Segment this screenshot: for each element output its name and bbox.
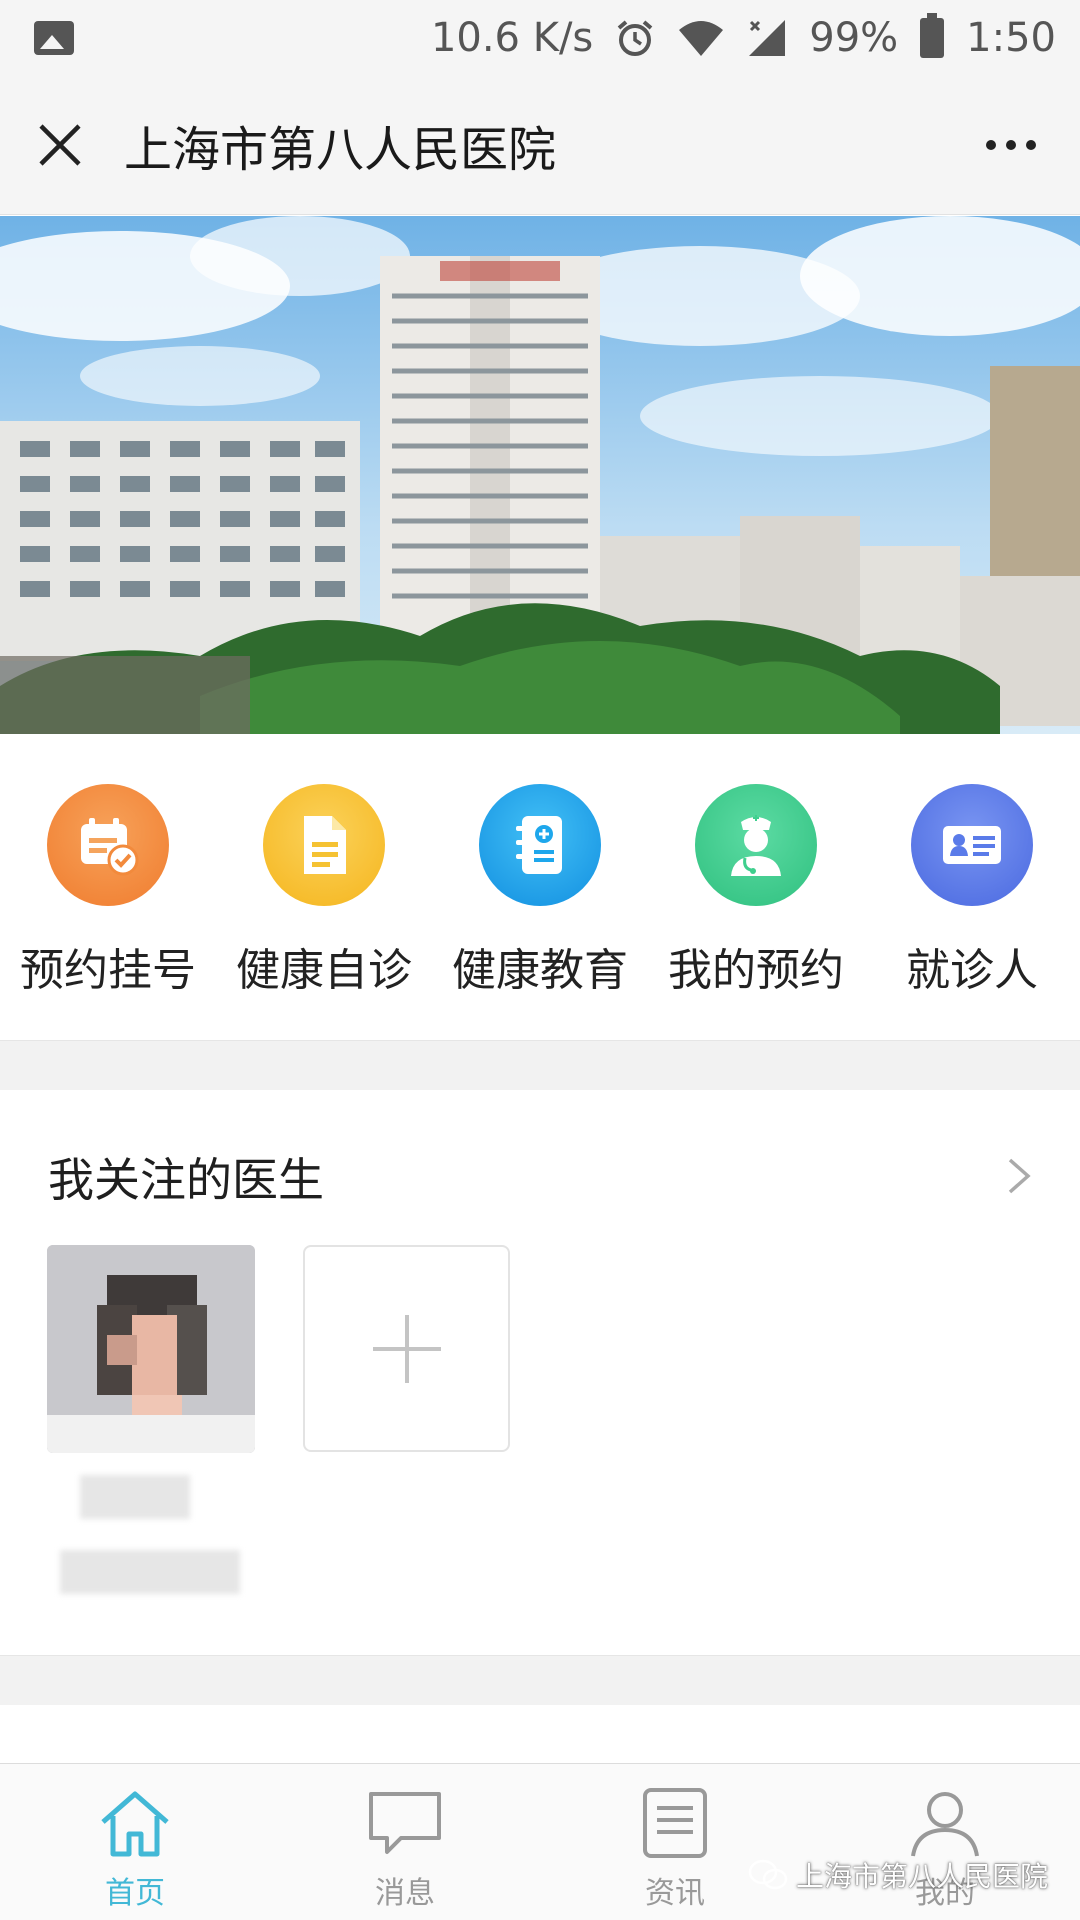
quick-action-label: 预约挂号 <box>20 945 196 996</box>
more-dot-icon <box>1026 139 1036 150</box>
doctor-name-redacted <box>80 1475 190 1519</box>
quick-action-label: 我的预约 <box>668 945 844 996</box>
appointment-icon-circle <box>47 784 169 906</box>
doctor-icon <box>731 815 781 876</box>
quick-action-label: 就诊人 <box>906 945 1038 996</box>
more-dot-icon <box>1006 139 1016 150</box>
my-appointments-icon-circle <box>695 784 817 906</box>
tab-news[interactable]: 资讯 <box>540 1764 810 1920</box>
quick-actions: 预约挂号 健康自诊 健康教育 我的预约 就诊人 <box>0 734 1080 1040</box>
tab-label: 消息 <box>375 1876 435 1911</box>
document-icon <box>304 816 346 874</box>
tab-messages[interactable]: 消息 <box>270 1764 540 1920</box>
more-dot-icon <box>986 139 996 150</box>
quick-action-health-education[interactable]: 健康教育 <box>432 734 648 1040</box>
tab-home[interactable]: 首页 <box>0 1764 270 1920</box>
news-icon <box>643 1788 707 1858</box>
watermark-text: 上海市第八人民医院 <box>795 1860 1048 1893</box>
doctor-card[interactable] <box>47 1245 255 1453</box>
quick-action-patients[interactable]: 就诊人 <box>864 734 1080 1040</box>
tab-mine[interactable]: 我的 <box>810 1764 1080 1920</box>
page-title: 上海市第八人民医院 <box>124 121 557 178</box>
id-card-icon <box>943 826 1001 864</box>
hospital-banner[interactable] <box>0 216 1080 734</box>
tab-label: 资讯 <box>645 1876 705 1911</box>
hospital-building-image <box>0 216 1080 734</box>
patients-icon-circle <box>911 784 1033 906</box>
quick-action-label: 健康自诊 <box>236 945 412 996</box>
message-icon <box>369 1792 441 1854</box>
user-icon <box>911 1792 979 1857</box>
quick-action-label: 健康教育 <box>452 945 628 996</box>
wifi-icon <box>679 20 724 56</box>
alarm-icon <box>617 19 653 56</box>
image-notification-icon <box>34 20 74 55</box>
title-bar: 上海市第八人民医院 <box>0 75 1080 215</box>
section-title: 我关注的医生 <box>48 1153 324 1207</box>
signal-icon <box>749 19 786 56</box>
clock: 1:50 <box>966 14 1056 61</box>
doctor-avatar <box>47 1245 255 1453</box>
self-diagnosis-icon-circle <box>263 784 385 906</box>
wechat-watermark: 上海市第八人民医院 <box>748 1855 1048 1895</box>
followed-doctors-section: 我关注的医生 <box>0 1090 1080 1655</box>
more-button[interactable] <box>986 139 1036 150</box>
health-education-icon-circle <box>479 784 601 906</box>
quick-action-appointment[interactable]: 预约挂号 <box>0 734 216 1040</box>
battery-percent: 99% <box>809 14 899 61</box>
quick-action-self-diagnosis[interactable]: 健康自诊 <box>216 734 432 1040</box>
medical-book-icon <box>516 816 562 874</box>
doctor-photo-pixelated <box>47 1245 255 1453</box>
close-icon <box>39 123 81 166</box>
doctor-title-redacted <box>60 1550 240 1594</box>
wechat-icon <box>748 1859 788 1890</box>
add-doctor-button[interactable] <box>303 1245 510 1452</box>
section-divider <box>0 1655 1080 1705</box>
chevron-right-icon[interactable] <box>1000 1156 1036 1196</box>
battery-icon <box>920 12 945 58</box>
quick-action-my-appointments[interactable]: 我的预约 <box>648 734 864 1040</box>
section-divider <box>0 1040 1080 1090</box>
status-bar: 10.6 K/s 99% 1:50 <box>0 0 1080 75</box>
calendar-check-icon <box>81 818 139 876</box>
close-button[interactable] <box>30 115 90 175</box>
home-icon <box>101 1791 169 1857</box>
tab-bar: 首页 消息 资讯 我的 <box>0 1763 1080 1920</box>
plus-icon <box>372 1314 441 1383</box>
tab-label: 首页 <box>105 1876 165 1911</box>
network-speed: 10.6 K/s <box>430 14 594 61</box>
